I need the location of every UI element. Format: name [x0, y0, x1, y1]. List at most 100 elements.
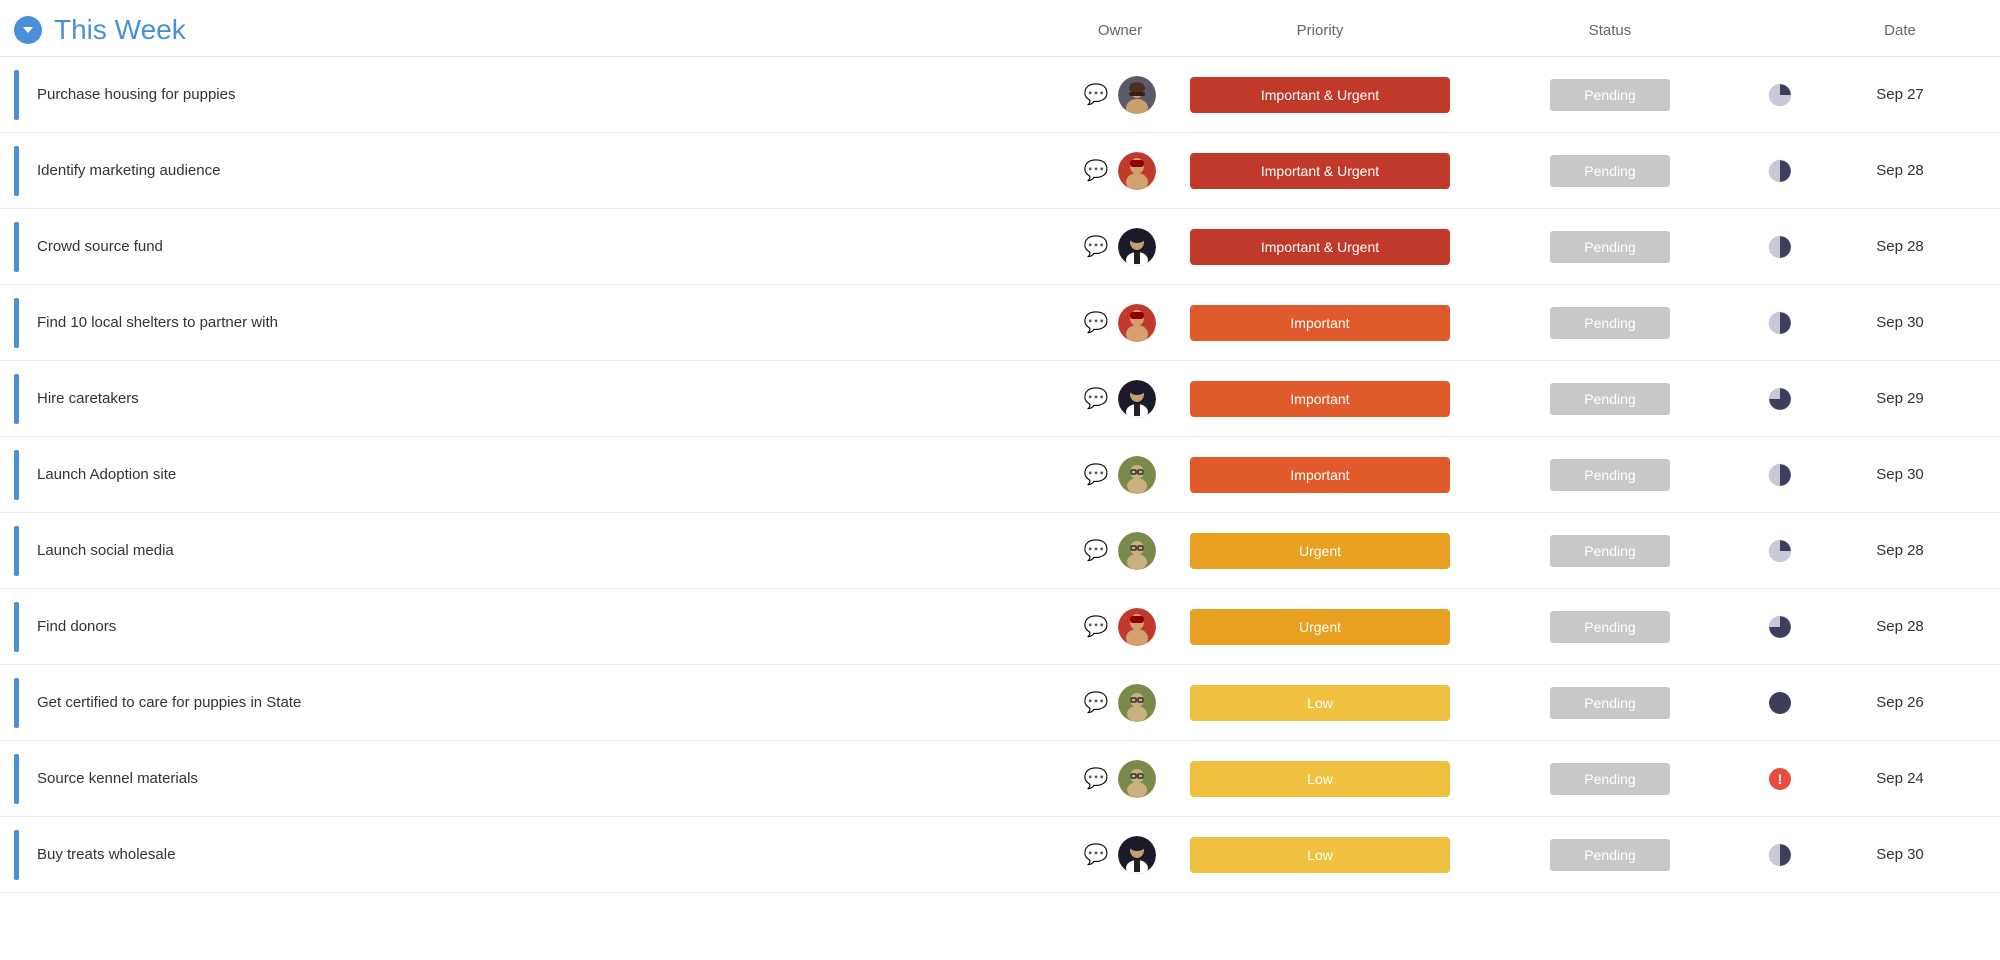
status-badge[interactable]: Pending	[1550, 687, 1670, 719]
status-badge[interactable]: Pending	[1550, 155, 1670, 187]
status-cell: Pending	[1480, 839, 1740, 871]
date-cell: Sep 28	[1820, 162, 1980, 179]
clock-icon[interactable]	[1767, 234, 1793, 260]
status-cell: Pending	[1480, 687, 1740, 719]
task-name: Buy treats wholesale	[37, 846, 175, 863]
date-cell: Sep 28	[1820, 238, 1980, 255]
task-name-cell: Identify marketing audience	[14, 136, 1080, 206]
date-cell: Sep 26	[1820, 694, 1980, 711]
comment-icon[interactable]: 💬	[1084, 462, 1109, 487]
priority-badge[interactable]: Low	[1190, 837, 1450, 873]
task-name: Hire caretakers	[37, 390, 139, 407]
task-indicator-bar	[14, 70, 19, 120]
owner-cell: 💬	[1080, 608, 1160, 646]
date-cell: Sep 30	[1820, 846, 1980, 863]
task-indicator-bar	[14, 526, 19, 576]
task-name: Find donors	[37, 618, 116, 635]
comment-icon[interactable]: 💬	[1084, 310, 1109, 335]
task-indicator-bar	[14, 754, 19, 804]
task-name: Get certified to care for puppies in Sta…	[37, 694, 301, 711]
priority-badge[interactable]: Important	[1190, 381, 1450, 417]
avatar	[1118, 76, 1156, 114]
task-name-cell: Buy treats wholesale	[14, 820, 1080, 890]
avatar	[1118, 304, 1156, 342]
section-header: This Week Owner Priority Status Date	[0, 0, 2000, 57]
clock-icon[interactable]	[1767, 158, 1793, 184]
task-indicator-bar	[14, 830, 19, 880]
clock-icon[interactable]	[1767, 614, 1793, 640]
priority-badge[interactable]: Important	[1190, 305, 1450, 341]
task-row: Hire caretakers 💬 Important Pending Sep …	[0, 361, 2000, 437]
status-badge[interactable]: Pending	[1550, 611, 1670, 643]
task-row: Launch Adoption site 💬 Important Pending…	[0, 437, 2000, 513]
avatar	[1118, 684, 1156, 722]
task-name: Launch Adoption site	[37, 466, 176, 483]
comment-icon[interactable]: 💬	[1084, 82, 1109, 107]
priority-badge[interactable]: Urgent	[1190, 609, 1450, 645]
comment-icon[interactable]: 💬	[1084, 842, 1109, 867]
clock-icon[interactable]	[1767, 386, 1793, 412]
priority-cell: Important & Urgent	[1160, 77, 1480, 113]
task-name: Launch social media	[37, 542, 174, 559]
avatar	[1118, 836, 1156, 874]
status-badge[interactable]: Pending	[1550, 79, 1670, 111]
status-badge[interactable]: Pending	[1550, 307, 1670, 339]
task-indicator-bar	[14, 222, 19, 272]
task-name: Crowd source fund	[37, 238, 163, 255]
status-badge[interactable]: Pending	[1550, 763, 1670, 795]
clock-cell	[1740, 690, 1820, 716]
comment-icon[interactable]: 💬	[1084, 386, 1109, 411]
task-name-cell: Find donors	[14, 592, 1080, 662]
clock-icon[interactable]	[1767, 82, 1793, 108]
owner-cell: 💬	[1080, 76, 1160, 114]
clock-icon[interactable]	[1767, 310, 1793, 336]
priority-badge[interactable]: Important & Urgent	[1190, 153, 1450, 189]
priority-cell: Urgent	[1160, 533, 1480, 569]
comment-icon[interactable]: 💬	[1084, 614, 1109, 639]
task-name-cell: Source kennel materials	[14, 744, 1080, 814]
priority-cell: Important	[1160, 457, 1480, 493]
priority-badge[interactable]: Low	[1190, 685, 1450, 721]
status-badge[interactable]: Pending	[1550, 231, 1670, 263]
priority-badge[interactable]: Important & Urgent	[1190, 77, 1450, 113]
status-cell: Pending	[1480, 307, 1740, 339]
status-badge[interactable]: Pending	[1550, 383, 1670, 415]
avatar	[1118, 380, 1156, 418]
priority-badge[interactable]: Important	[1190, 457, 1450, 493]
main-container: This Week Owner Priority Status Date Pur…	[0, 0, 2000, 960]
clock-icon[interactable]	[1767, 842, 1793, 868]
comment-icon[interactable]: 💬	[1084, 766, 1109, 791]
clock-icon[interactable]	[1767, 538, 1793, 564]
clock-icon[interactable]	[1767, 462, 1793, 488]
task-indicator-bar	[14, 678, 19, 728]
clock-cell	[1740, 158, 1820, 184]
clock-icon[interactable]	[1767, 690, 1793, 716]
priority-cell: Low	[1160, 685, 1480, 721]
owner-cell: 💬	[1080, 456, 1160, 494]
comment-icon[interactable]: 💬	[1084, 234, 1109, 259]
task-list: Purchase housing for puppies 💬 Important…	[0, 57, 2000, 893]
priority-badge[interactable]: Low	[1190, 761, 1450, 797]
clock-cell: !	[1740, 766, 1820, 792]
section-toggle[interactable]	[14, 16, 42, 44]
date-cell: Sep 30	[1820, 314, 1980, 331]
status-badge[interactable]: Pending	[1550, 839, 1670, 871]
owner-cell: 💬	[1080, 532, 1160, 570]
status-cell: Pending	[1480, 459, 1740, 491]
priority-cell: Important & Urgent	[1160, 153, 1480, 189]
comment-icon[interactable]: 💬	[1084, 158, 1109, 183]
owner-cell: 💬	[1080, 152, 1160, 190]
comment-icon[interactable]: 💬	[1084, 538, 1109, 563]
owner-cell: 💬	[1080, 836, 1160, 874]
avatar	[1118, 760, 1156, 798]
task-row: Launch social media 💬 Urgent Pending Sep…	[0, 513, 2000, 589]
status-badge[interactable]: Pending	[1550, 535, 1670, 567]
priority-badge[interactable]: Important & Urgent	[1190, 229, 1450, 265]
owner-cell: 💬	[1080, 684, 1160, 722]
status-badge[interactable]: Pending	[1550, 459, 1670, 491]
owner-cell: 💬	[1080, 304, 1160, 342]
comment-icon[interactable]: 💬	[1084, 690, 1109, 715]
priority-badge[interactable]: Urgent	[1190, 533, 1450, 569]
clock-cell	[1740, 842, 1820, 868]
clock-icon[interactable]: !	[1767, 766, 1793, 792]
